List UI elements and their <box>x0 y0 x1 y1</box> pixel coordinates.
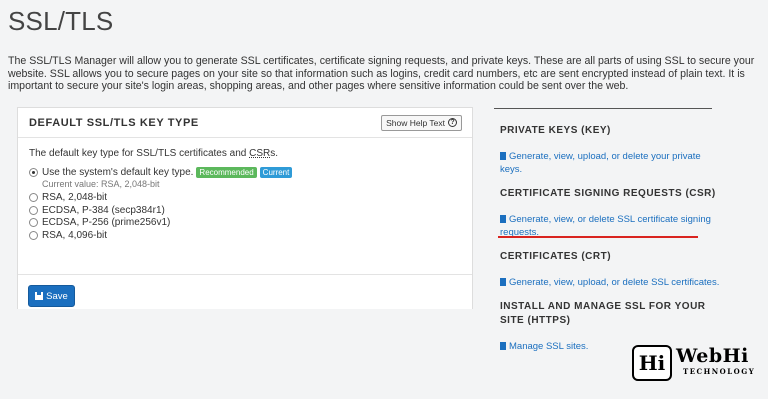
link-text: Manage SSL sites. <box>509 341 589 352</box>
webhi-logo: Hi WebHi TECHNOLOGY <box>632 345 758 381</box>
logo-subtitle: TECHNOLOGY <box>683 367 756 376</box>
show-help-button[interactable]: Show Help Text ? <box>381 114 462 131</box>
link-text: Generate, view, upload, or delete SSL ce… <box>509 277 720 288</box>
panel-footer: Save <box>18 274 472 309</box>
radio-icon[interactable] <box>29 205 38 215</box>
link-text: Generate, view, upload, or delete your p… <box>500 151 701 175</box>
option-label: RSA, 4,096-bit <box>42 229 108 241</box>
panel-header: DEFAULT SSL/TLS KEY TYPE Show Help Text … <box>18 108 472 138</box>
intro-text: The SSL/TLS Manager will allow you to ge… <box>8 55 755 93</box>
key-type-panel: DEFAULT SSL/TLS KEY TYPE Show Help Text … <box>17 107 473 309</box>
document-icon <box>500 152 506 160</box>
save-button[interactable]: Save <box>28 285 75 307</box>
option-ecdsa-p384[interactable]: ECDSA, P-384 (secp384r1) <box>29 204 461 217</box>
option-label: ECDSA, P-384 (secp384r1) <box>42 204 165 216</box>
current-badge: Current <box>259 166 293 178</box>
document-icon <box>500 342 506 350</box>
document-icon <box>500 215 506 223</box>
panel-description: The default key type for SSL/TLS certifi… <box>29 148 461 159</box>
save-icon <box>35 292 44 300</box>
link-private-keys[interactable]: Generate, view, upload, or delete your p… <box>500 150 720 176</box>
show-help-label: Show Help Text <box>386 117 445 128</box>
radio-icon[interactable] <box>29 230 38 240</box>
right-column-divider <box>494 108 712 109</box>
link-certificates[interactable]: Generate, view, upload, or delete SSL ce… <box>500 276 720 289</box>
link-text: Generate, view, or delete SSL certificat… <box>500 214 711 238</box>
save-label: Save <box>46 290 68 302</box>
description-suffix: s. <box>270 148 279 159</box>
option-rsa-2048[interactable]: RSA, 2,048-bit <box>29 192 461 205</box>
section-title-private-keys: PRIVATE KEYS (KEY) <box>500 125 611 136</box>
page-title: SSL/TLS <box>8 6 114 36</box>
current-value: Current value: RSA, 2,048-bit <box>42 178 160 189</box>
option-ecdsa-p256[interactable]: ECDSA, P-256 (prime256v1) <box>29 217 461 230</box>
logo-mark: Hi <box>632 345 672 381</box>
csr-abbr: CSR <box>249 148 271 159</box>
option-rsa-4096[interactable]: RSA, 4,096-bit <box>29 229 461 242</box>
highlight-underline <box>498 236 698 238</box>
document-icon <box>500 278 506 286</box>
section-title-csr: CERTIFICATE SIGNING REQUESTS (CSR) <box>500 188 716 199</box>
option-label: Use the system's default key type. <box>42 166 194 178</box>
option-label: RSA, 2,048-bit <box>42 192 108 204</box>
section-title-certificates: CERTIFICATES (CRT) <box>500 251 612 262</box>
panel-title: DEFAULT SSL/TLS KEY TYPE <box>29 116 199 129</box>
section-title-install-ssl: INSTALL AND MANAGE SSL FOR YOUR SITE (HT… <box>500 301 706 326</box>
option-label: ECDSA, P-256 (prime256v1) <box>42 217 171 229</box>
ssl-sections: PRIVATE KEYS (KEY) Generate, view, uploa… <box>500 124 720 353</box>
option-system-default[interactable]: Use the system's default key type. Recom… <box>29 166 461 179</box>
recommended-badge: Recommended <box>196 166 257 178</box>
radio-icon[interactable] <box>29 218 38 228</box>
radio-icon[interactable] <box>29 193 38 203</box>
logo-word: WebHi <box>676 345 749 367</box>
description-text: The default key type for SSL/TLS certifi… <box>29 148 250 159</box>
radio-checked-icon[interactable] <box>29 167 38 177</box>
question-icon: ? <box>448 118 457 127</box>
